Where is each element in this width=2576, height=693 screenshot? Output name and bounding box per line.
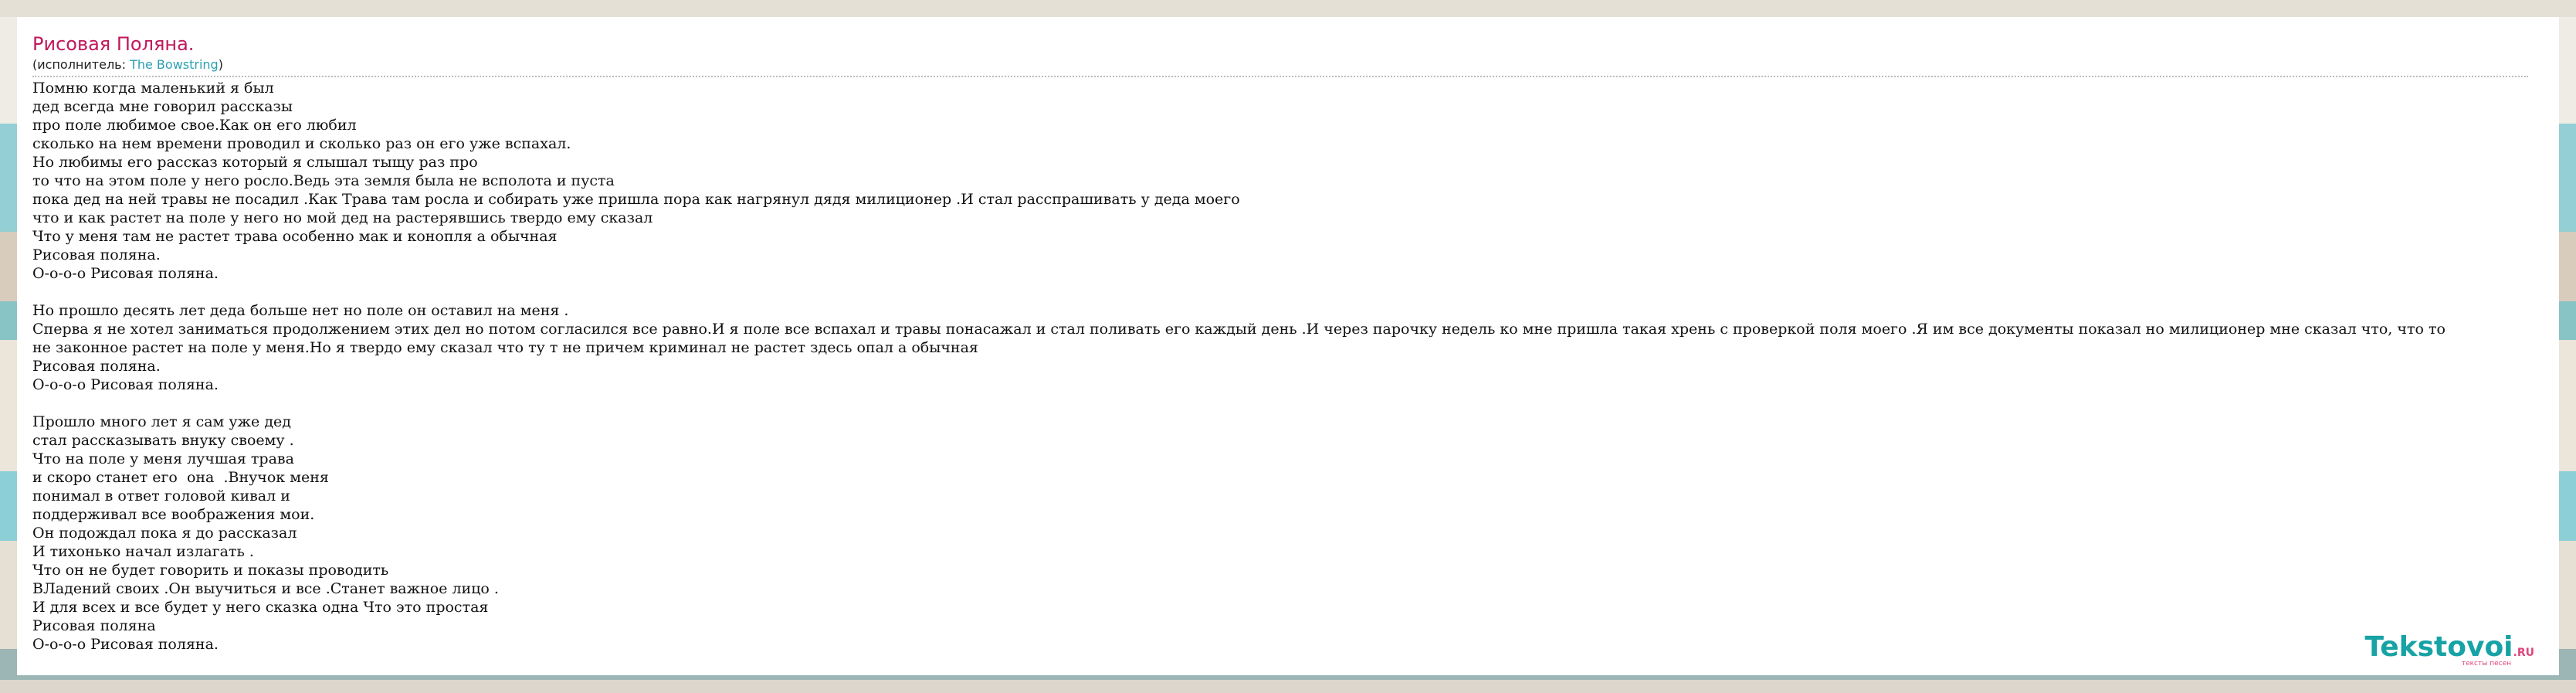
lyric-line: не законное растет на поле у меня.Но я т… (32, 339, 978, 356)
lyric-line: поддерживал все воображения мои. (32, 506, 315, 523)
lyric-line: пока дед на ней травы не посадил .Как Тр… (32, 191, 1240, 208)
lyric-line: и скоро станет его она .Внучок меня (32, 469, 329, 486)
lyric-line: О-о-о-о Рисовая поляна. (32, 265, 219, 282)
lyric-line: Рисовая поляна (32, 617, 156, 634)
lyric-line: Но любимы его рассказ который я слышал т… (32, 154, 478, 171)
logo-tld: .RU (2513, 647, 2534, 659)
lyric-line: понимал в ответ головой кивал и (32, 487, 290, 504)
lyric-line: И тихонько начал излагать . (32, 543, 254, 560)
lyric-line: сколько на нем времени проводил и скольк… (32, 135, 571, 152)
lyric-line: Он подождал пока я до рассказал (32, 525, 297, 542)
song-title: Рисовая Поляна. (32, 33, 195, 55)
lyric-line: Рисовая поляна. (32, 246, 161, 263)
lyric-line: Что у меня там не растет трава особенно … (32, 228, 558, 245)
lyric-line: Что на поле у меня лучшая трава (32, 450, 294, 467)
lyric-line: О-о-о-о Рисовая поляна. (32, 376, 219, 393)
lyric-blank-line (32, 394, 2573, 413)
song-header: Рисовая Поляна. (исполнитель: The Bowstr… (32, 32, 2528, 77)
artist-line: (исполнитель: The Bowstring) (32, 57, 2528, 77)
lyric-line: Помню когда маленький я был (32, 80, 274, 97)
lyric-line: дед всегда мне говорил рассказы (32, 98, 293, 115)
lyric-line: Прошло много лет я сам уже дед (32, 413, 291, 430)
lyric-line: Рисовая поляна. (32, 358, 161, 375)
lyric-line: то что на этом поле у него росло.Ведь эт… (32, 172, 615, 189)
lyric-line: про поле любимое свое.Как он его любил (32, 117, 357, 134)
lyric-line: что и как растет на поле у него но мой д… (32, 209, 653, 226)
lyric-line: О-о-о-о Рисовая поляна. (32, 636, 219, 653)
lyrics-text: Помню когда маленький я был дед всегда мн… (32, 79, 2573, 654)
lyric-line: Но прошло десять лет деда больше нет но … (32, 302, 569, 319)
content-panel: Рисовая Поляна. (исполнитель: The Bowstr… (17, 17, 2559, 675)
artist-suffix: ) (218, 57, 223, 72)
logo-name: Tekstovoi (2364, 631, 2513, 663)
lyric-line: ВЛадений своих .Он выучиться и все .Стан… (32, 580, 499, 597)
lyric-line: Сперва я не хотел заниматься продолжение… (32, 321, 2446, 338)
lyric-blank-line (32, 283, 2573, 301)
lyric-line: стал рассказывать внуку своему . (32, 432, 294, 449)
artist-link[interactable]: The Bowstring (130, 57, 219, 72)
site-logo[interactable]: Tekstovoi.RU тексты песен (2364, 634, 2534, 668)
lyric-line: И для всех и все будет у него сказка одн… (32, 599, 489, 616)
artist-prefix: (исполнитель: (32, 57, 130, 72)
lyric-line: Что он не будет говорить и показы провод… (32, 562, 389, 579)
